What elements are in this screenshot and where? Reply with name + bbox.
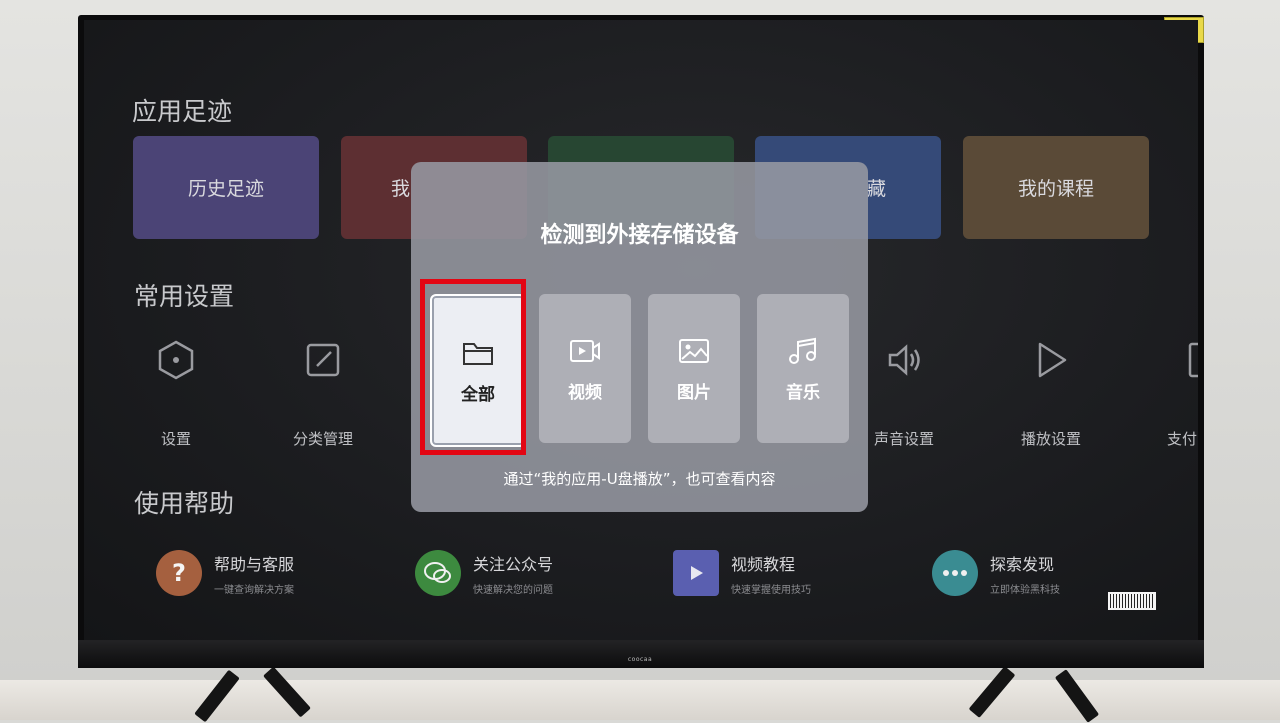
card-label: 藏 <box>867 178 887 200</box>
hexagon-icon <box>154 338 198 382</box>
speaker-icon <box>882 338 926 382</box>
card-label: 我的课程 <box>1017 178 1094 200</box>
help-item-video-tutorial[interactable]: 视频教程 快速掌握使用技巧 <box>673 550 811 596</box>
section-title-settings: 常用设置 <box>134 282 235 311</box>
brand-logo: coocaa <box>627 656 653 663</box>
dialog-hint: 通过“我的应用-U盘播放”，也可查看内容 <box>503 470 776 488</box>
option-video[interactable]: 视频 <box>539 294 631 443</box>
setting-label: 支付 <box>1167 430 1198 448</box>
help-title: 探索发现 <box>990 554 1055 574</box>
option-images[interactable]: 图片 <box>648 294 740 443</box>
tv-screen: 应用足迹 历史足迹 我 藏 我的课程 常用设置 设置 分类管理 声音设置 播放设… <box>84 20 1198 640</box>
video-tutorial-icon <box>673 550 719 596</box>
help-subtitle: 快速解决您的问题 <box>473 584 553 596</box>
help-item-explore[interactable]: 探索发现 立即体验黑科技 <box>932 550 1060 596</box>
help-title: 帮助与客服 <box>214 554 295 574</box>
image-icon <box>679 339 709 363</box>
music-icon <box>789 337 816 364</box>
explore-icon <box>932 550 978 596</box>
setting-label: 设置 <box>160 430 191 448</box>
option-music[interactable]: 音乐 <box>757 294 849 443</box>
question-icon: ? <box>156 550 202 596</box>
card-history[interactable]: 历史足迹 <box>133 136 319 239</box>
setting-item-category[interactable]: 分类管理 <box>268 338 378 449</box>
help-item-support[interactable]: ? 帮助与客服 一键查询解决方案 <box>156 550 294 596</box>
help-subtitle: 快速掌握使用技巧 <box>731 584 811 596</box>
payment-icon <box>1176 338 1198 382</box>
setting-item-playback[interactable]: 播放设置 <box>996 338 1106 449</box>
help-subtitle: 立即体验黑科技 <box>990 584 1060 596</box>
card-label: 我 <box>391 178 411 200</box>
selection-highlight-box <box>420 279 526 455</box>
setting-label: 分类管理 <box>292 430 353 448</box>
help-title: 关注公众号 <box>473 554 554 574</box>
setting-item-settings[interactable]: 设置 <box>121 338 231 449</box>
setting-item-payment[interactable]: 支付 <box>1143 338 1198 449</box>
dialog-title: 检测到外接存储设备 <box>540 223 739 248</box>
card-label: 历史足迹 <box>187 178 264 200</box>
play-icon <box>1029 338 1073 382</box>
option-label: 音乐 <box>786 383 820 403</box>
wechat-icon <box>415 550 461 596</box>
edit-square-icon <box>301 338 345 382</box>
option-label: 视频 <box>568 383 602 403</box>
video-icon <box>570 340 600 362</box>
section-title-help: 使用帮助 <box>134 489 235 518</box>
card-my-courses[interactable]: 我的课程 <box>963 136 1149 239</box>
help-title: 视频教程 <box>731 554 796 574</box>
help-subtitle: 一键查询解决方案 <box>214 584 294 596</box>
barcode-sticker <box>1108 592 1156 610</box>
option-label: 图片 <box>677 383 711 403</box>
help-item-wechat[interactable]: 关注公众号 快速解决您的问题 <box>415 550 553 596</box>
section-title-recent: 应用足迹 <box>132 97 233 126</box>
setting-label: 播放设置 <box>1020 430 1081 448</box>
